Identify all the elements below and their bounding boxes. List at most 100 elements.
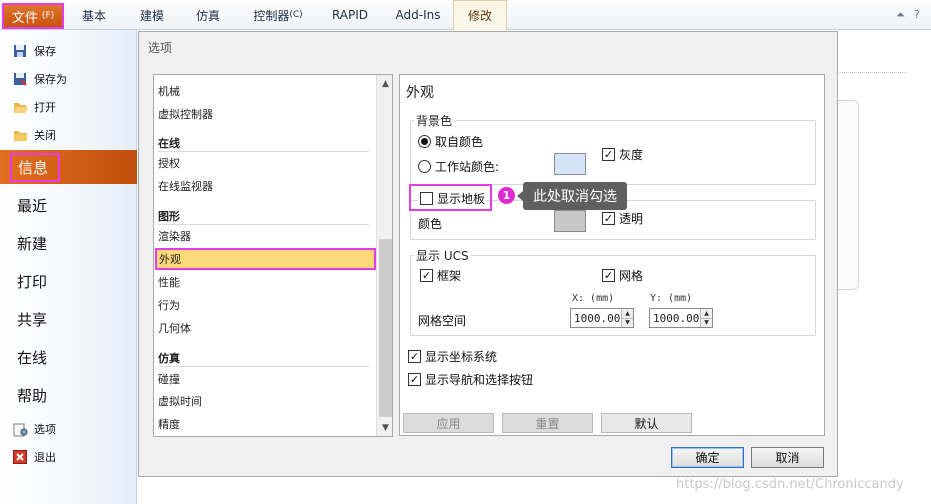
frame-checkbox[interactable]: ✓ 框架 [420, 267, 461, 284]
stepper-up-icon[interactable]: ▲ [622, 309, 633, 318]
scroll-thumb[interactable] [379, 239, 392, 417]
cancel-button[interactable]: 取消 [751, 447, 824, 468]
show-nav-checkbox[interactable]: ✓ 显示导航和选择按钮 [408, 371, 533, 388]
backstage-recent[interactable]: 最近 [0, 188, 137, 222]
annotation-badge: 1 [497, 186, 516, 205]
nav-item-renderer[interactable]: 渲染器 [158, 226, 191, 246]
checkbox-label: 透明 [619, 212, 644, 226]
stepper-down-icon[interactable]: ▼ [701, 317, 712, 327]
checkbox[interactable]: ✓ [602, 148, 615, 161]
grid-space-label: 网格空间 [418, 312, 466, 329]
stepper-buttons[interactable]: ▲ ▼ [621, 309, 633, 327]
checkbox[interactable]: ✓ [408, 373, 421, 386]
radio-label: 取自颜色 [435, 135, 484, 149]
nav-item-virtual-time[interactable]: 虚拟时间 [158, 391, 202, 411]
divider [835, 72, 907, 73]
grid-checkbox[interactable]: ✓ 网格 [602, 267, 643, 284]
backstage-new[interactable]: 新建 [0, 226, 137, 260]
checkbox[interactable]: ✓ [602, 212, 615, 225]
open-folder-icon [12, 99, 28, 115]
tab-label: 建模 [139, 8, 164, 23]
nav-item-online-monitor[interactable]: 在线监视器 [158, 176, 213, 196]
backstage-close[interactable]: 关闭 [12, 124, 132, 146]
x-axis-label: X: (mm) [572, 293, 615, 304]
nav-divider [158, 151, 369, 152]
apply-button[interactable]: 应用 [403, 413, 494, 433]
help-icon[interactable]: ? [914, 8, 920, 21]
checkbox[interactable]: ✓ [408, 350, 421, 363]
tab-shortcut: (C) [289, 10, 303, 20]
nav-scrollbar[interactable]: ▲ ▼ [376, 75, 392, 436]
backstage-print[interactable]: 打印 [0, 264, 137, 298]
nav-group-graphics: 图形 [158, 210, 180, 223]
nav-item-mechanism[interactable]: 机械 [158, 81, 180, 101]
backstage-help[interactable]: 帮助 [0, 378, 137, 412]
backstage-item-label: 信息 [10, 152, 61, 182]
backstage-share[interactable]: 共享 [0, 302, 137, 336]
nav-item-behavior[interactable]: 行为 [158, 295, 180, 315]
nav-divider [158, 224, 369, 225]
backstage-save-as[interactable]: 保存为 [12, 68, 132, 90]
nav-item-collision[interactable]: 碰撞 [158, 369, 180, 389]
grid-y-stepper[interactable]: 1000.00 ▲ ▼ [649, 308, 713, 328]
default-button[interactable]: 默认 [601, 413, 692, 433]
floor-color-label: 颜色 [418, 215, 442, 232]
show-coord-checkbox[interactable]: ✓ 显示坐标系统 [408, 348, 497, 365]
radio-label: 工作站颜色: [435, 160, 500, 174]
tab-modify[interactable]: 修改 [453, 0, 507, 30]
radio-station-color[interactable]: 工作站颜色: [418, 158, 499, 175]
checkbox[interactable]: ✓ [602, 269, 615, 282]
tab-rapid[interactable]: RAPID [322, 0, 378, 30]
background-group-label: 背景色 [414, 112, 455, 129]
stepper-value[interactable]: 1000.00 [650, 312, 700, 325]
nav-item-virtual-controller[interactable]: 虚拟控制器 [158, 104, 213, 124]
stepper-buttons[interactable]: ▲ ▼ [700, 309, 712, 327]
nav-item-accuracy[interactable]: 精度 [158, 414, 180, 434]
tab-label: 修改 [467, 9, 492, 23]
tab-basic[interactable]: 基本 [70, 0, 118, 30]
stepper-down-icon[interactable]: ▼ [622, 317, 633, 327]
checkbox-label: 显示坐标系统 [425, 350, 498, 364]
stepper-up-icon[interactable]: ▲ [701, 309, 712, 318]
exit-icon [12, 449, 28, 465]
gray-checkbox[interactable]: ✓ 灰度 [602, 146, 643, 163]
stepper-value[interactable]: 1000.00 [571, 312, 621, 325]
nav-item-license[interactable]: 授权 [158, 153, 180, 173]
reset-button[interactable]: 重置 [502, 413, 593, 433]
nav-item-geometry[interactable]: 几何体 [158, 318, 191, 338]
radio-button[interactable] [418, 135, 431, 148]
backstage-item-label: 关闭 [34, 129, 56, 142]
ok-button[interactable]: 确定 [671, 447, 744, 468]
backstage-options[interactable]: 选项 [12, 418, 132, 440]
radio-from-color[interactable]: 取自颜色 [418, 133, 483, 150]
backstage-save[interactable]: 保存 [12, 40, 132, 62]
backstage-open[interactable]: 打开 [12, 96, 132, 118]
tab-simulation[interactable]: 仿真 [184, 0, 232, 30]
backstage-info[interactable]: 信息 [0, 150, 137, 184]
background-panel [838, 100, 859, 290]
tab-controller[interactable]: 控制器 (C) [244, 0, 312, 30]
collapse-ribbon-icon[interactable]: ⏶ [896, 8, 905, 22]
nav-item-appearance[interactable]: 外观 [155, 248, 376, 270]
file-tab[interactable]: 文件 (F) [2, 3, 64, 29]
transparent-checkbox[interactable]: ✓ 透明 [602, 210, 643, 227]
scroll-down-icon[interactable]: ▼ [377, 419, 392, 436]
grid-x-stepper[interactable]: 1000.00 ▲ ▼ [570, 308, 634, 328]
tab-addins[interactable]: Add-Ins [388, 0, 448, 30]
scroll-up-icon[interactable]: ▲ [377, 75, 392, 92]
nav-item-performance[interactable]: 性能 [158, 272, 180, 292]
backstage-item-label: 共享 [17, 310, 48, 329]
radio-button[interactable] [418, 160, 431, 173]
ribbon: 文件 (F) 基本 建模 仿真 控制器 (C) RAPID Add-Ins 修改… [0, 0, 931, 30]
tab-modeling[interactable]: 建模 [128, 0, 176, 30]
annotation-highlight [409, 184, 492, 211]
backstage-online[interactable]: 在线 [0, 340, 137, 374]
station-color-swatch[interactable] [554, 153, 586, 175]
floor-color-swatch[interactable] [554, 210, 586, 232]
checkbox[interactable]: ✓ [420, 269, 433, 282]
appearance-panel: 外观 背景色 取自颜色 工作站颜色: ✓ 灰度 显示地板 颜色 ✓ 透明 显示 … [399, 74, 825, 436]
nav-divider [158, 366, 369, 367]
options-dialog: 选项 机械 虚拟控制器 在线 授权 在线监视器 图形 渲染器 外观 性能 行为 … [138, 31, 838, 477]
dialog-title: 选项 [148, 41, 173, 55]
backstage-exit[interactable]: 退出 [12, 446, 132, 468]
